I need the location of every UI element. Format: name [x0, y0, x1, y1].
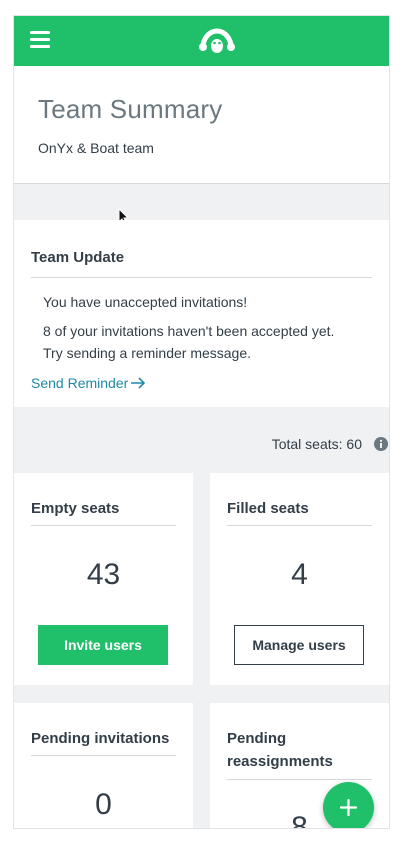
team-update-title: Team Update	[31, 249, 125, 266]
pending-reassignments-title: Pending reassignments	[227, 730, 333, 770]
divider	[31, 755, 176, 756]
manage-users-button[interactable]: Manage users	[234, 625, 364, 665]
send-reminder-label: Send Reminder	[31, 375, 129, 391]
app-frame: Team Summary OnYx & Boat team Team Updat…	[14, 16, 389, 828]
filled-seats-card: Filled seats 4 Manage users	[210, 473, 389, 685]
total-seats-label: Total seats: 60	[271, 436, 362, 452]
team-name: OnYx & Boat team	[38, 140, 154, 156]
pending-invitations-card: Pending invitations 0	[14, 703, 193, 828]
empty-seats-title: Empty seats	[31, 500, 120, 517]
invite-users-button[interactable]: Invite users	[38, 625, 168, 665]
divider	[31, 277, 372, 278]
team-summary-header: Team Summary OnYx & Boat team	[14, 66, 389, 184]
team-update-card: Team Update You have unaccepted invitati…	[14, 220, 389, 407]
divider	[31, 525, 176, 526]
total-seats: Total seats: 60	[14, 436, 389, 452]
filled-seats-count: 4	[291, 558, 308, 591]
reminder-description-text: 8 of your invitations haven't been accep…	[43, 323, 335, 361]
plus-icon	[339, 798, 358, 817]
hamburger-menu-icon[interactable]	[30, 31, 50, 49]
divider	[227, 779, 372, 780]
send-reminder-link[interactable]: Send Reminder	[31, 375, 146, 391]
pending-invitations-title: Pending invitations	[31, 730, 170, 747]
surveymonkey-logo-icon[interactable]	[199, 25, 235, 55]
add-fab-button[interactable]	[323, 782, 374, 828]
info-icon[interactable]	[374, 437, 388, 451]
unaccepted-invitations-text: You have unaccepted invitations!	[43, 294, 248, 310]
empty-seats-card: Empty seats 43 Invite users	[14, 473, 193, 685]
divider	[227, 525, 372, 526]
empty-seats-count: 43	[86, 558, 121, 591]
filled-seats-title: Filled seats	[227, 500, 309, 517]
top-navigation-bar	[14, 16, 389, 66]
pending-invitations-count: 0	[95, 788, 112, 821]
arrow-right-icon	[131, 377, 146, 389]
page-title: Team Summary	[38, 94, 223, 124]
